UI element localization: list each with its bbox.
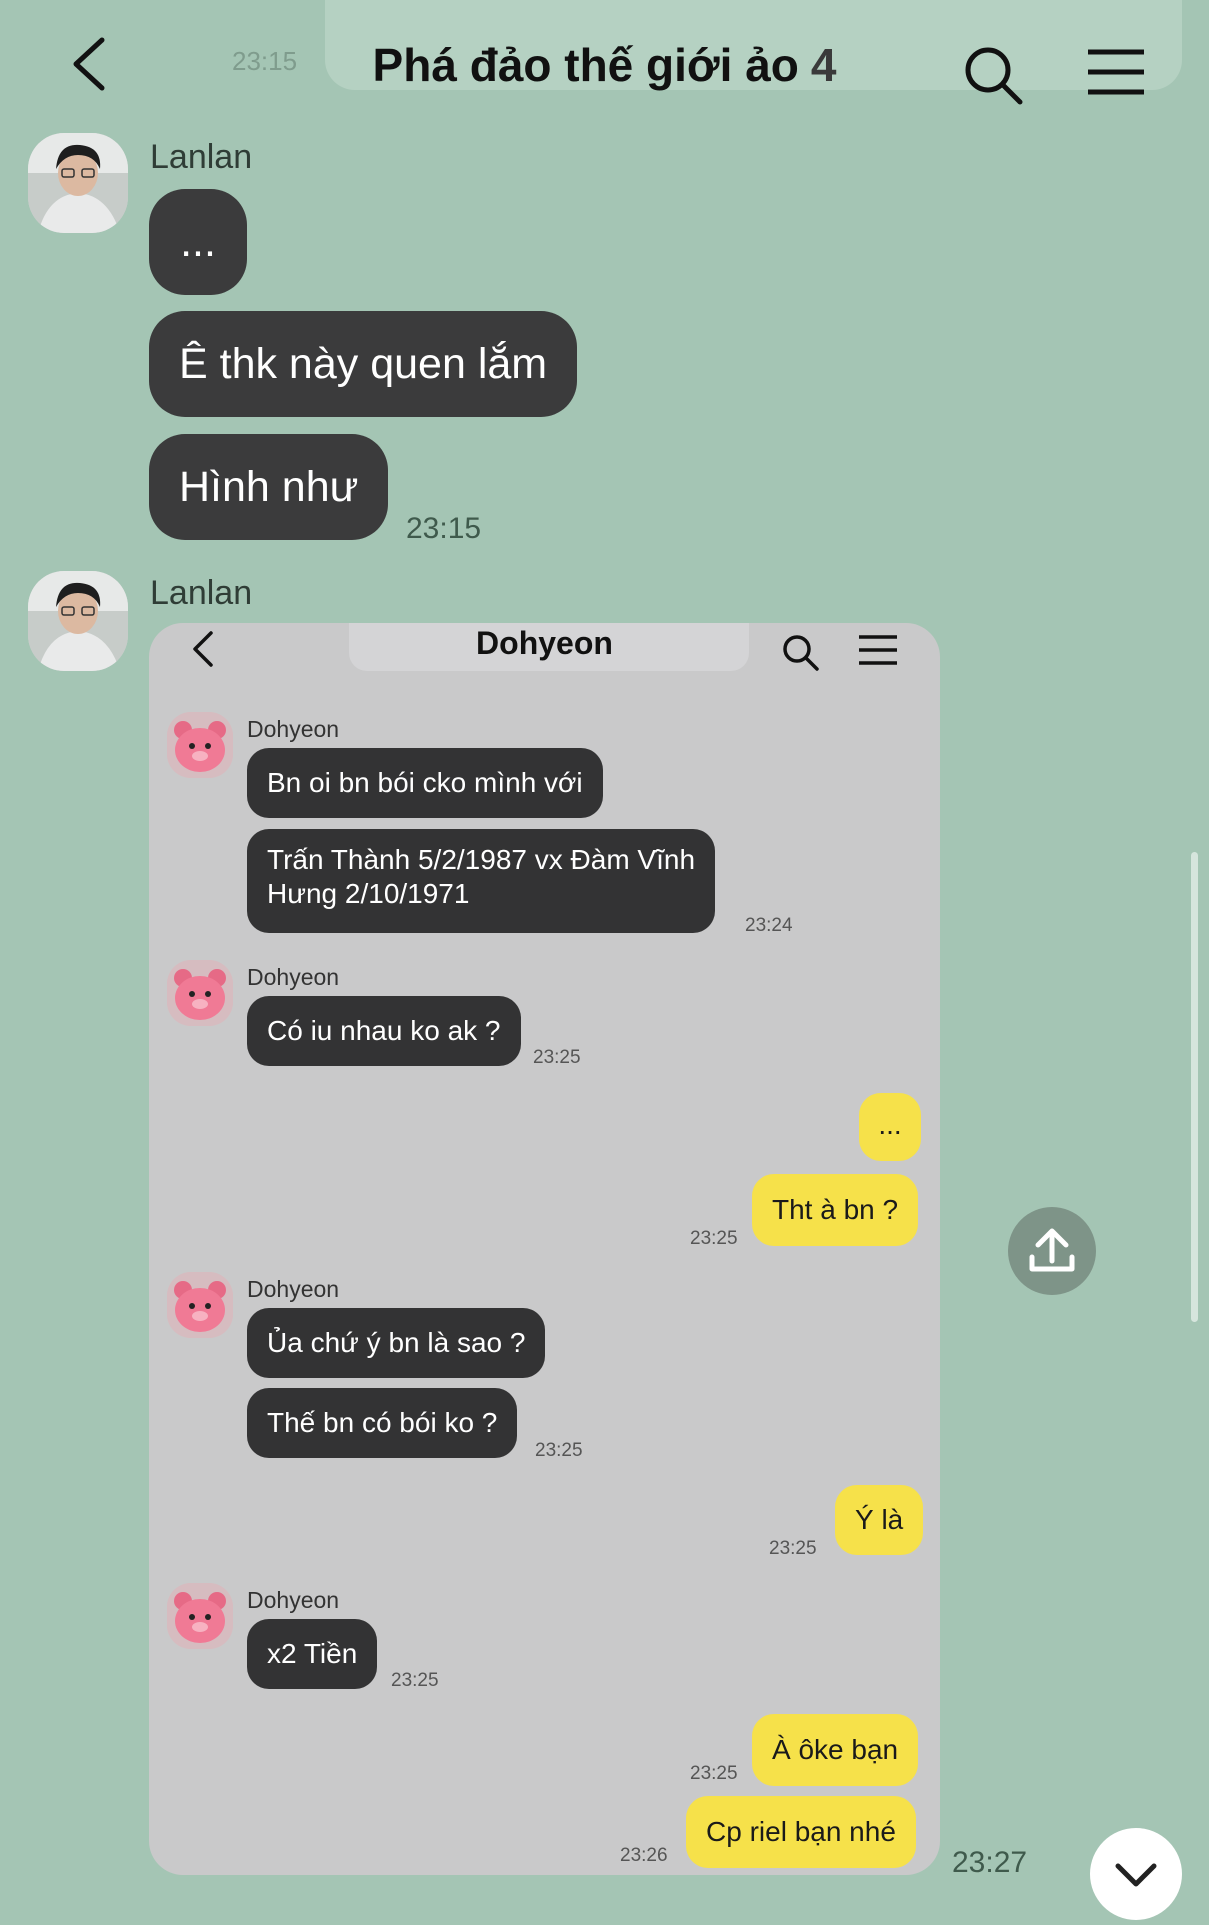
chevron-down-icon — [1115, 1863, 1157, 1887]
screenshot-timestamp: 23:25 — [533, 1047, 581, 1068]
message-timestamp: 23:15 — [406, 512, 482, 545]
screenshot-bubble-text: ... — [878, 1109, 902, 1140]
scroll-to-bottom-button[interactable] — [1090, 1828, 1182, 1920]
avatar[interactable] — [28, 571, 128, 671]
bear-avatar — [167, 1583, 233, 1649]
message-timestamp: 23:27 — [952, 1846, 1028, 1879]
message-bubble[interactable]: ... — [149, 189, 247, 295]
screenshot-bubble: Bn oi bn bói cko mình với — [247, 748, 603, 818]
chat-title: Phá đảo thế giới ảo 4 — [0, 38, 1209, 92]
message-bubble[interactable]: Hình như — [149, 434, 389, 540]
scrollbar-thumb[interactable] — [1191, 852, 1198, 1322]
screenshot-sender-name: Dohyeon — [247, 1587, 340, 1613]
screenshot-bubble: À ôke bạn — [752, 1714, 919, 1786]
pink-bear-icon — [167, 1272, 233, 1338]
pink-bear-icon — [167, 1583, 233, 1649]
screenshot-bubble: ... — [859, 1093, 921, 1161]
screenshot-bubble-text: x2 Tiền — [267, 1638, 358, 1669]
screenshot-bubble: Cp riel bạn nhé — [686, 1796, 916, 1868]
screenshot-bubble: Tht à bn ? — [752, 1174, 919, 1246]
screenshot-bubble: x2 Tiền — [247, 1619, 378, 1689]
menu-button[interactable] — [1084, 44, 1148, 100]
screenshot-bubble: Trấn Thành 5/2/1987 vx Đàm Vĩnh Hưng 2/1… — [247, 829, 716, 933]
bear-avatar — [167, 960, 233, 1026]
screenshot-bubble-text: Bn oi bn bói cko mình với — [267, 767, 583, 798]
pink-bear-icon — [167, 960, 233, 1026]
search-icon — [783, 635, 819, 671]
screenshot-timestamp: 23:25 — [690, 1763, 738, 1784]
sender-name: Lanlan — [150, 574, 253, 612]
screenshot-bubble-text: Trấn Thành 5/2/1987 vx Đàm Vĩnh Hưng 2/1… — [267, 844, 696, 909]
screenshot-bubble: Thế bn có bói ko ? — [247, 1388, 518, 1458]
screenshot-timestamp: 23:25 — [391, 1670, 439, 1691]
avatar-photo-icon — [28, 571, 128, 671]
screenshot-timestamp: 23:25 — [769, 1538, 817, 1559]
screenshot-sender-name: Dohyeon — [247, 1276, 340, 1302]
screenshot-sender-name: Dohyeon — [247, 964, 340, 990]
screenshot-timestamp: 23:24 — [745, 915, 793, 936]
screenshot-bubble: Ủa chứ ý bn là sao ? — [247, 1308, 546, 1378]
message-text: Hình như — [179, 463, 359, 511]
chat-header: 23:15 Phá đảo thế giới ảo 4 — [0, 0, 1209, 120]
avatar[interactable] — [28, 133, 128, 233]
shared-screenshot-image[interactable]: Dohyeon Dohyeon Bn oi bn bói cko mình vớ… — [149, 623, 940, 1875]
screenshot-timestamp: 23:25 — [690, 1228, 738, 1249]
member-count: 4 — [810, 39, 837, 91]
avatar-photo-icon — [28, 133, 128, 233]
screenshot-timestamp: 23:26 — [620, 1845, 668, 1866]
screenshot-bubble-text: Ý là — [855, 1504, 904, 1535]
message-text: ... — [180, 218, 216, 266]
screenshot-timestamp: 23:25 — [535, 1440, 583, 1461]
hamburger-menu-icon — [859, 635, 897, 665]
search-button[interactable] — [962, 44, 1026, 108]
screenshot-bubble-text: Thế bn có bói ko ? — [267, 1407, 498, 1438]
screenshot-bubble-text: Có iu nhau ko ak ? — [267, 1015, 501, 1046]
share-button[interactable] — [1008, 1207, 1096, 1295]
screenshot-bubble-text: Tht à bn ? — [772, 1194, 899, 1225]
search-icon — [965, 47, 1023, 105]
screenshot-bubble-text: Ủa chứ ý bn là sao ? — [267, 1327, 526, 1358]
chat-name: Phá đảo thế giới ảo — [372, 39, 799, 91]
bear-avatar — [167, 1272, 233, 1338]
pink-bear-icon — [167, 712, 233, 778]
screenshot-bubble: Có iu nhau ko ak ? — [247, 996, 521, 1066]
screenshot-bubble-text: Cp riel bạn nhé — [706, 1816, 896, 1847]
message-bubble[interactable]: Ê thk này quen lắm — [149, 311, 578, 417]
message-text: Ê thk này quen lắm — [179, 340, 548, 388]
screenshot-bubble: Ý là — [835, 1485, 924, 1555]
hamburger-menu-icon — [1088, 49, 1144, 95]
sender-name: Lanlan — [150, 138, 253, 176]
share-upload-icon — [1029, 1228, 1075, 1272]
screenshot-sender-name: Dohyeon — [247, 716, 340, 742]
screenshot-bubble-text: À ôke bạn — [772, 1734, 899, 1765]
bear-avatar — [167, 712, 233, 778]
screenshot-chat-title: Dohyeon — [476, 625, 613, 661]
